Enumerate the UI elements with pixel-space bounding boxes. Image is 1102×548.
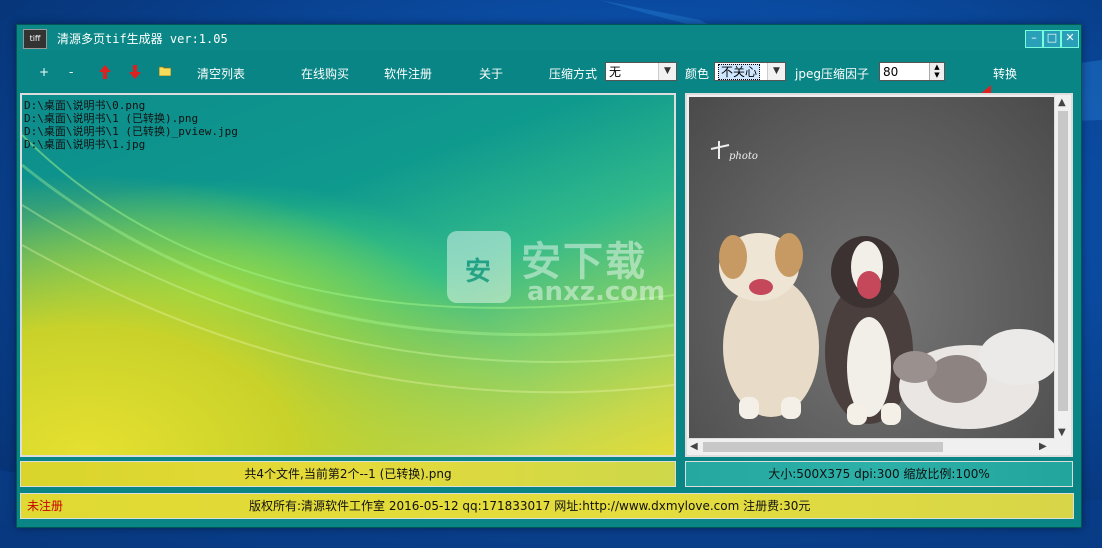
scroll-left-icon[interactable]: ◀ bbox=[690, 441, 698, 452]
photo-signature: photo bbox=[729, 151, 758, 162]
color-select[interactable]: 不关心 ▼ bbox=[714, 62, 786, 81]
horizontal-scroll-thumb[interactable] bbox=[703, 442, 943, 452]
preview-status-bar: 大小:500X375 dpi:300 缩放比例:100% bbox=[685, 461, 1073, 487]
remove-file-button[interactable]: - bbox=[69, 65, 73, 79]
horizontal-scrollbar[interactable]: ◀ ▶ bbox=[687, 438, 1055, 455]
compress-label: 压缩方式 bbox=[549, 67, 598, 81]
app-window: tiff 清源多页tif生成器 ver:1.05 – □ ✕ + - 清空列表 … bbox=[16, 24, 1082, 528]
vertical-scrollbar[interactable]: ▲ ▼ bbox=[1054, 95, 1071, 443]
title-bar[interactable]: tiff 清源多页tif生成器 ver:1.05 – □ ✕ bbox=[17, 25, 1081, 51]
file-list[interactable]: D:\桌面\说明书\0.png D:\桌面\说明书\1 (已转换).png D:… bbox=[20, 93, 676, 457]
puppies-image: photo bbox=[710, 141, 1055, 429]
jpeg-factor-spinner[interactable]: 80 ▲ ▼ bbox=[879, 62, 945, 81]
footer-bar: 未注册 版权所有:清源软件工作室 2016-05-12 qq:171833017… bbox=[20, 493, 1074, 519]
jpeg-factor-label: jpeg压缩因子 bbox=[795, 67, 869, 81]
watermark-shield-char: 安 bbox=[465, 257, 492, 287]
list-item[interactable]: D:\桌面\说明书\1.jpg bbox=[24, 136, 145, 152]
register-button[interactable]: 软件注册 bbox=[384, 65, 432, 82]
jpeg-factor-value: 80 bbox=[883, 65, 899, 79]
image-preview[interactable]: photo ▲ ▼ ◀ ▶ bbox=[685, 93, 1073, 457]
buy-online-button[interactable]: 在线购买 bbox=[301, 65, 349, 82]
move-up-icon[interactable] bbox=[99, 65, 111, 79]
file-status-bar: 共4个文件,当前第2个--1 (已转换).png bbox=[20, 461, 676, 487]
add-file-button[interactable]: + bbox=[39, 65, 49, 79]
scroll-down-icon[interactable]: ▼ bbox=[1058, 427, 1066, 438]
spin-up-icon[interactable]: ▲ bbox=[930, 63, 944, 71]
toolbar: + - 清空列表 在线购买 软件注册 关于 压缩方式 无 ▼ 颜色 不关心 ▼ … bbox=[17, 59, 1081, 85]
about-button[interactable]: 关于 bbox=[479, 65, 503, 82]
chevron-down-icon: ▼ bbox=[767, 63, 785, 80]
move-down-icon[interactable] bbox=[129, 65, 141, 79]
maximize-button[interactable]: □ bbox=[1043, 30, 1061, 48]
convert-button[interactable]: 转换 bbox=[993, 65, 1017, 82]
preview-photo: photo bbox=[689, 97, 1055, 441]
compress-select[interactable]: 无 ▼ bbox=[605, 62, 677, 81]
window-title: 清源多页tif生成器 ver:1.05 bbox=[57, 32, 228, 46]
unregistered-label: 未注册 bbox=[27, 499, 64, 513]
spinner-arrows[interactable]: ▲ ▼ bbox=[929, 63, 944, 80]
watermark: 安 安下载 anxz.com bbox=[447, 231, 674, 311]
minimize-button[interactable]: – bbox=[1025, 30, 1043, 48]
shield-icon: 安 bbox=[447, 231, 511, 303]
color-label: 颜色 bbox=[685, 67, 710, 81]
watermark-domain: anxz.com bbox=[527, 277, 666, 307]
scroll-up-icon[interactable]: ▲ bbox=[1058, 97, 1066, 108]
open-folder-icon[interactable] bbox=[159, 66, 171, 76]
spin-down-icon[interactable]: ▼ bbox=[930, 71, 944, 79]
close-button[interactable]: ✕ bbox=[1061, 30, 1079, 48]
chevron-down-icon: ▼ bbox=[658, 63, 676, 80]
scroll-right-icon[interactable]: ▶ bbox=[1039, 441, 1047, 452]
vertical-scroll-thumb[interactable] bbox=[1058, 111, 1068, 411]
compress-select-value: 无 bbox=[609, 65, 622, 79]
clear-list-button[interactable]: 清空列表 bbox=[197, 65, 245, 82]
color-select-value: 不关心 bbox=[718, 64, 761, 80]
app-icon: tiff bbox=[23, 29, 47, 49]
copyright-text: 版权所有:清源软件工作室 2016-05-12 qq:171833017 网址:… bbox=[249, 499, 811, 513]
